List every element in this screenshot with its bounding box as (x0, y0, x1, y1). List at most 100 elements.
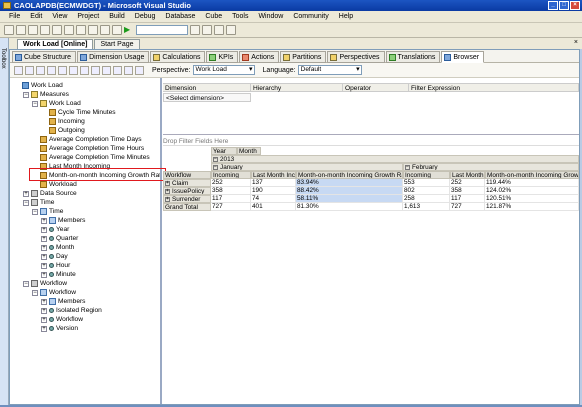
tree-item-data-source[interactable]: + Data Source (23, 189, 77, 198)
tree-item-hour[interactable]: + Hour (41, 261, 70, 270)
data-cell[interactable]: 119.44% (485, 179, 579, 187)
tree-item-workload[interactable]: Workload (32, 180, 77, 189)
col-field-year[interactable]: Year (211, 147, 237, 155)
data-cell[interactable]: 58.11% (296, 195, 403, 203)
tree-item-day[interactable]: + Day (41, 252, 68, 261)
expand-icon[interactable]: + (41, 253, 47, 260)
menu-view[interactable]: View (47, 13, 72, 20)
tree-item-outgoing[interactable]: Outgoing (41, 126, 85, 135)
menu-database[interactable]: Database (160, 13, 200, 20)
col-field-month[interactable]: Month (237, 147, 261, 155)
collapse-icon[interactable] (135, 65, 144, 75)
process-icon[interactable] (14, 65, 23, 75)
sort-icon[interactable] (69, 65, 78, 75)
collapse-icon[interactable]: − (32, 208, 38, 215)
reconnect-icon[interactable] (36, 65, 45, 75)
tab-browser[interactable]: Browser (441, 51, 485, 63)
data-cell[interactable]: 74 (251, 195, 296, 203)
tree-item-workflow[interactable]: − Workflow (23, 279, 67, 288)
data-cell[interactable]: 727 (211, 203, 251, 211)
expand-icon[interactable]: + (165, 188, 170, 194)
menu-tools[interactable]: Tools (227, 13, 253, 20)
minimize-button[interactable]: _ (548, 1, 558, 10)
new-project-icon[interactable] (4, 25, 14, 35)
menu-help[interactable]: Help (334, 13, 358, 20)
data-cell[interactable]: 553 (403, 179, 450, 187)
pivot-icon[interactable] (80, 65, 89, 75)
collapse-icon[interactable]: − (23, 280, 29, 287)
month-header-january[interactable]: − January (211, 163, 403, 171)
close-document-icon[interactable]: × (574, 39, 578, 46)
expand-icon[interactable]: + (41, 316, 47, 323)
tree-item-time[interactable]: − Time (23, 198, 54, 207)
expand-icon[interactable]: + (41, 307, 47, 314)
year-header[interactable]: −2013 (211, 155, 579, 163)
tree-item-work-load[interactable]: Work Load (14, 81, 63, 90)
data-cell[interactable]: 258 (403, 195, 450, 203)
row-field-workflow[interactable]: Workflow (163, 171, 211, 179)
data-cell[interactable]: 81.30% (296, 203, 403, 211)
collapse-icon[interactable]: − (32, 100, 38, 107)
menu-debug[interactable]: Debug (130, 13, 161, 20)
expand-icon[interactable]: + (41, 262, 47, 269)
expand-icon[interactable]: + (41, 244, 47, 251)
tree-item-time[interactable]: − Time (32, 207, 63, 216)
toolbox-strip[interactable]: Toolbox (0, 38, 9, 407)
perspective-combo[interactable]: Work Load (192, 65, 255, 75)
collapse-icon[interactable]: − (23, 199, 29, 206)
menu-file[interactable]: File (4, 13, 25, 20)
tree-item-workflow[interactable]: − Workflow (32, 288, 76, 297)
data-cell[interactable]: 1,613 (403, 203, 450, 211)
redo-icon[interactable] (112, 25, 122, 35)
expand-icon[interactable]: + (165, 180, 170, 186)
menu-cube[interactable]: Cube (200, 13, 227, 20)
tree-item-workflow[interactable]: + Workflow (41, 315, 83, 324)
tab-translations[interactable]: Translations (385, 51, 441, 63)
delete-icon[interactable] (102, 65, 111, 75)
collapse-icon[interactable]: − (213, 164, 218, 170)
menu-community[interactable]: Community (288, 13, 333, 20)
menu-build[interactable]: Build (104, 13, 130, 20)
paste-icon[interactable] (88, 25, 98, 35)
data-cell[interactable]: 401 (251, 203, 296, 211)
solution-explorer-icon[interactable] (202, 25, 212, 35)
tree-item-average-completion-time-hours[interactable]: Average Completion Time Hours (32, 144, 144, 153)
menu-edit[interactable]: Edit (25, 13, 47, 20)
add-item-icon[interactable] (16, 25, 26, 35)
tree-item-month[interactable]: + Month (41, 243, 74, 252)
data-cell[interactable]: 802 (403, 187, 450, 195)
collapse-icon[interactable]: − (405, 164, 410, 170)
data-cell[interactable]: 120.51% (485, 195, 579, 203)
maximize-button[interactable]: □ (559, 1, 569, 10)
tab-work-load-online[interactable]: Work Load [Online] (17, 39, 94, 49)
tree-item-quarter[interactable]: + Quarter (41, 234, 78, 243)
tree-item-average-completion-time-days[interactable]: Average Completion Time Days (32, 135, 142, 144)
expand-icon[interactable]: + (41, 226, 47, 233)
select-dimension-cell[interactable]: <Select dimension> (163, 93, 251, 102)
cut-icon[interactable] (64, 25, 74, 35)
tree-item-members[interactable]: + Members (41, 216, 85, 225)
menu-window[interactable]: Window (253, 13, 288, 20)
tab-perspectives[interactable]: Perspectives (327, 51, 385, 63)
tab-calculations[interactable]: Calculations (150, 51, 206, 63)
tree-item-average-completion-time-minutes[interactable]: Average Completion Time Minutes (32, 153, 150, 162)
tab-partitions[interactable]: Partitions (280, 51, 327, 63)
data-cell[interactable]: 117 (450, 195, 485, 203)
tree-item-minute[interactable]: + Minute (41, 270, 76, 279)
auto-exec-icon[interactable] (58, 65, 67, 75)
data-cell[interactable]: 121.87% (485, 203, 579, 211)
save-all-icon[interactable] (52, 25, 62, 35)
tree-item-isolated-region[interactable]: + Isolated Region (41, 306, 102, 315)
row-header-issuepolicy[interactable]: + IssuePolicy (163, 187, 211, 195)
tree-item-version[interactable]: + Version (41, 324, 78, 333)
expand-icon[interactable]: + (41, 217, 47, 224)
tab-cube-structure[interactable]: Cube Structure (12, 51, 77, 63)
tab-dimension-usage[interactable]: Dimension Usage (77, 51, 150, 63)
data-cell[interactable]: 83.94% (296, 179, 403, 187)
collapse-icon[interactable]: − (23, 91, 29, 98)
data-cell[interactable]: 252 (450, 179, 485, 187)
data-cell[interactable]: 358 (450, 187, 485, 195)
tree-item-members[interactable]: + Members (41, 297, 85, 306)
start-debug-icon[interactable]: ▶ (124, 25, 134, 35)
collapse-icon[interactable]: − (32, 289, 38, 296)
